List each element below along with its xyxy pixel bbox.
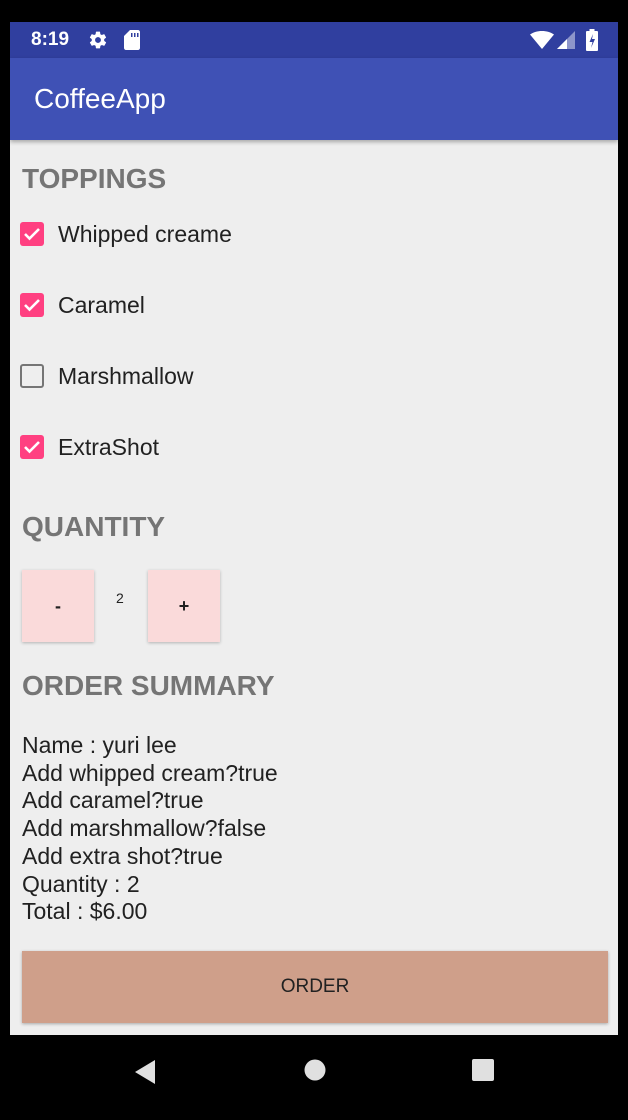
increment-button[interactable]: +: [148, 570, 220, 642]
back-icon[interactable]: [133, 1059, 157, 1085]
checkbox-label: ExtraShot: [58, 434, 159, 460]
order-summary-text: Name : yuri lee Add whipped cream?true A…: [22, 732, 278, 926]
summary-line: Name : yuri lee: [22, 732, 177, 758]
gear-icon: [89, 31, 107, 49]
checkbox-checked-icon: [20, 293, 44, 317]
extra-shot-checkbox[interactable]: ExtraShot: [20, 429, 420, 469]
app-bar: CoffeeApp: [10, 58, 618, 140]
status-bar: 8:19: [10, 22, 618, 58]
quantity-heading: QUANTITY: [22, 511, 166, 542]
summary-line: Total : $6.00: [22, 898, 148, 925]
checkbox-label: Marshmallow: [58, 363, 194, 389]
summary-line: Quantity : 2: [22, 870, 140, 897]
sd-card-icon: [124, 30, 140, 50]
whipped-cream-checkbox[interactable]: Whipped creame: [20, 216, 420, 256]
checkbox-checked-icon: [20, 222, 44, 246]
caramel-checkbox[interactable]: Caramel: [20, 287, 420, 327]
summary-line: Add extra shot?true: [22, 842, 223, 869]
battery-icon: [586, 29, 598, 51]
checkbox-label: Caramel: [58, 292, 145, 318]
status-time: 8:19: [31, 29, 70, 50]
order-button[interactable]: ORDER: [22, 951, 608, 1023]
toppings-heading: TOPPINGS: [22, 163, 167, 194]
marshmallow-checkbox[interactable]: Marshmallow: [20, 358, 420, 398]
recents-icon[interactable]: [472, 1059, 494, 1081]
quantity-value: 2: [116, 590, 124, 606]
app-title: CoffeeApp: [34, 83, 166, 114]
summary-line: Add caramel?true: [22, 787, 204, 814]
summary-line: Add marshmallow?false: [22, 815, 267, 842]
order-summary-heading: ORDER SUMMARY: [22, 670, 275, 701]
signal-icon: [557, 31, 575, 49]
navigation-bar: [0, 1035, 628, 1120]
checkbox-label: Whipped creame: [58, 221, 232, 247]
summary-line: Add whipped cream?true: [22, 759, 278, 786]
checkbox-unchecked-icon: [20, 364, 44, 388]
app-screen: 8:19 CoffeeApp TOPPINGS Whipped creame C…: [10, 22, 618, 1035]
home-icon[interactable]: [304, 1059, 326, 1081]
wifi-icon: [530, 31, 554, 49]
decrement-button[interactable]: -: [22, 570, 94, 642]
checkbox-checked-icon: [20, 435, 44, 459]
